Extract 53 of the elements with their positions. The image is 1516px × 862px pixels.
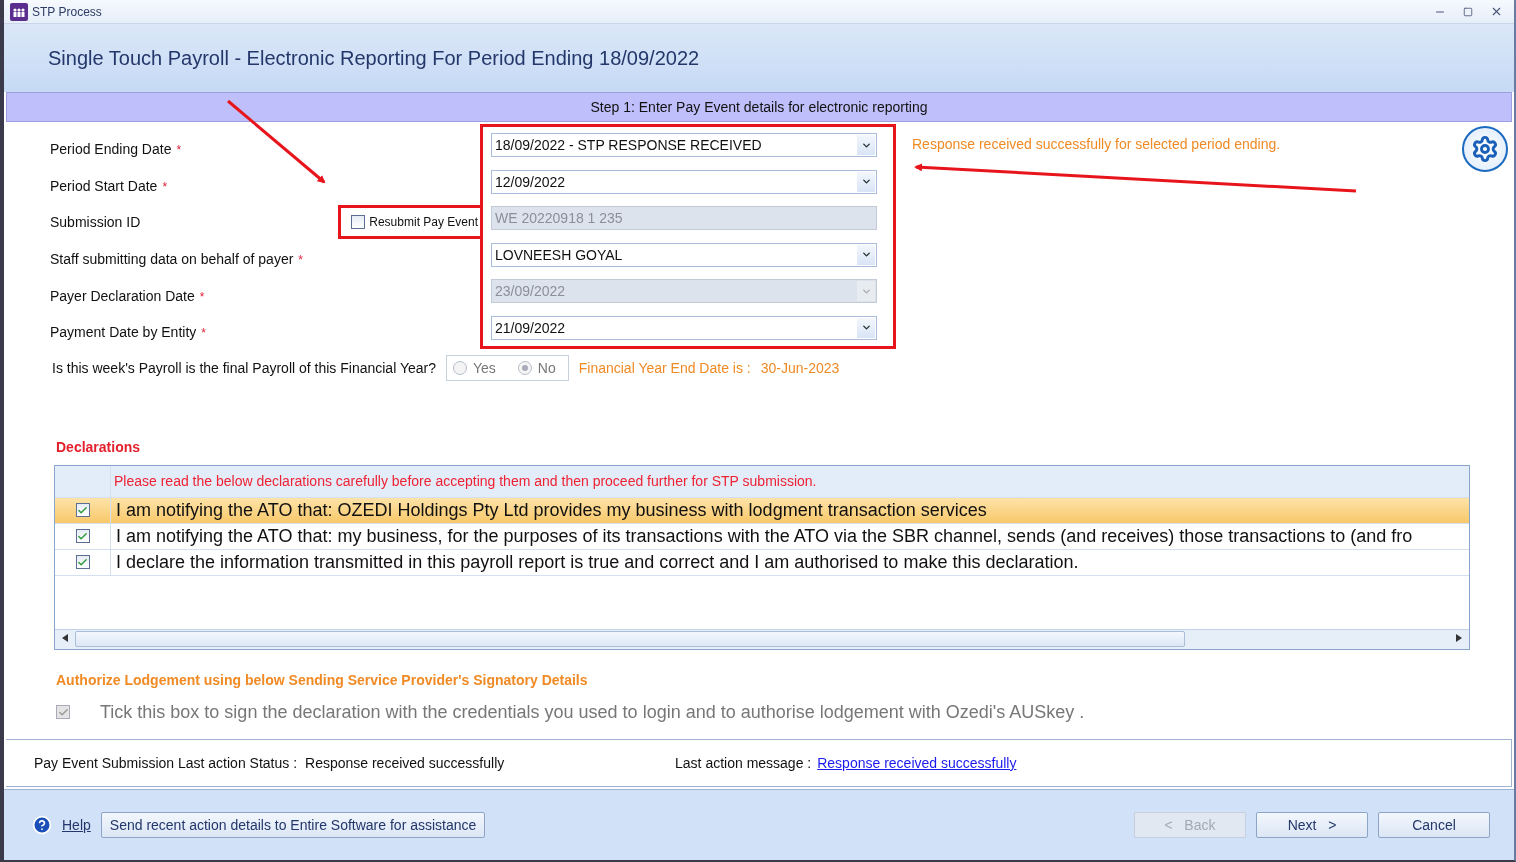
declaration-row[interactable]: I am notifying the ATO that: my business, for the purposes of its transactions with the ATO via the SBR channel, sends (and receives) those transactions to (and fro (55, 523, 1469, 550)
section-title: Authorize Lodgement using below Sending Service Provider's Signatory Details (56, 671, 589, 688)
field-label: Submission ID (50, 214, 141, 231)
question-label: Is this week's Payroll is the final Payroll of this Financial Year? (52, 359, 436, 376)
field-label: Period Ending Date * (50, 141, 182, 158)
required-asterisk: * (201, 326, 206, 341)
nav-button[interactable]: Next > (1256, 811, 1368, 838)
dropdown-field[interactable]: LOVNEESH GOYAL (491, 242, 877, 267)
step-label: Step 1: Enter Pay Event details for electronic reporting (590, 99, 928, 115)
dropdown-field[interactable]: 21/09/2022 (491, 315, 877, 340)
scroll-right-icon[interactable] (1456, 634, 1462, 643)
checkbox[interactable] (75, 503, 90, 518)
required-asterisk: * (176, 143, 182, 158)
horizontal-scrollbar[interactable] (55, 628, 1469, 649)
scroll-left-icon[interactable] (62, 634, 68, 643)
declaration-row[interactable]: I am notifying the ATO that: OZEDI Holdings Pty Ltd provides my business with lodgment transaction services (55, 497, 1469, 524)
gear-icon (1471, 135, 1499, 163)
checkbox[interactable] (75, 555, 90, 570)
resubmit-label: Resubmit Pay Event (369, 215, 478, 230)
page-title: Single Touch Payroll - Electronic Reporting For Period Ending 18/09/2022 (48, 46, 700, 70)
response-message: Response received successfully for selected period ending. (912, 136, 1282, 152)
checkbox[interactable] (351, 215, 366, 230)
help-icon (32, 814, 52, 835)
message-link[interactable]: Response received successfully (817, 754, 1017, 771)
field-label: Payment Date by Entity * (50, 324, 206, 341)
resubmit-checkbox-annotation[interactable]: Resubmit Pay Event (338, 205, 480, 240)
financial-year-end-label: Financial Year End Date is : (578, 359, 751, 376)
field-label: Payer Declaration Date * (50, 287, 205, 304)
checkbox[interactable] (75, 529, 90, 544)
checkbox-label: Tick this box to sign the declaration with the credentials you used to login and to authorise lodgement with Ozedi's AUSkey . (100, 701, 1085, 723)
dropdown-field[interactable]: 18/09/2022 - STP RESPONSE RECEIVED (491, 133, 877, 157)
required-asterisk: * (162, 179, 168, 194)
table-cell-text: I am notifying the ATO that: OZEDI Holdings Pty Ltd provides my business with lodgment transaction services (115, 499, 987, 521)
app-logo-icon (10, 2, 28, 21)
settings-button[interactable] (1462, 126, 1508, 172)
table-cell-text: I am notifying the ATO that: my business, for the purposes of its transactions with the ATO via the SBR channel, sends (and receives) those transactions to (and fro (115, 525, 1413, 547)
financial-year-end-date: 30-Jun-2023 (760, 359, 840, 376)
required-asterisk: * (298, 253, 304, 268)
help-link[interactable]: Help (62, 816, 91, 833)
window-title: STP Process (32, 4, 103, 19)
field-label: Period Start Date * (50, 177, 168, 194)
status-label: Pay Event Submission Last action Status : (34, 754, 298, 771)
nav-button[interactable]: Cancel (1378, 811, 1490, 838)
section-title: Declarations (56, 438, 142, 455)
send-details-button[interactable]: Send recent action details to Entire Software for assistance (100, 811, 486, 838)
status-value: Response received successfully (305, 754, 506, 771)
declaration-row[interactable]: I declare the information transmitted in this payroll report is true and correct and I am authorised to make this declaration. (55, 549, 1469, 576)
dropdown-field[interactable]: 12/09/2022 (491, 169, 877, 194)
field-label: Staff submitting data on behalf of payer * (50, 251, 304, 268)
required-asterisk: * (199, 289, 205, 304)
message-label: Last action message : (675, 754, 812, 771)
table-cell-text: I declare the information transmitted in this payroll report is true and correct and I am authorised to make this declaration. (115, 551, 1079, 573)
table-header: Please read the below declarations carefully before accepting them and then proceed further for STP submission. (113, 473, 817, 490)
